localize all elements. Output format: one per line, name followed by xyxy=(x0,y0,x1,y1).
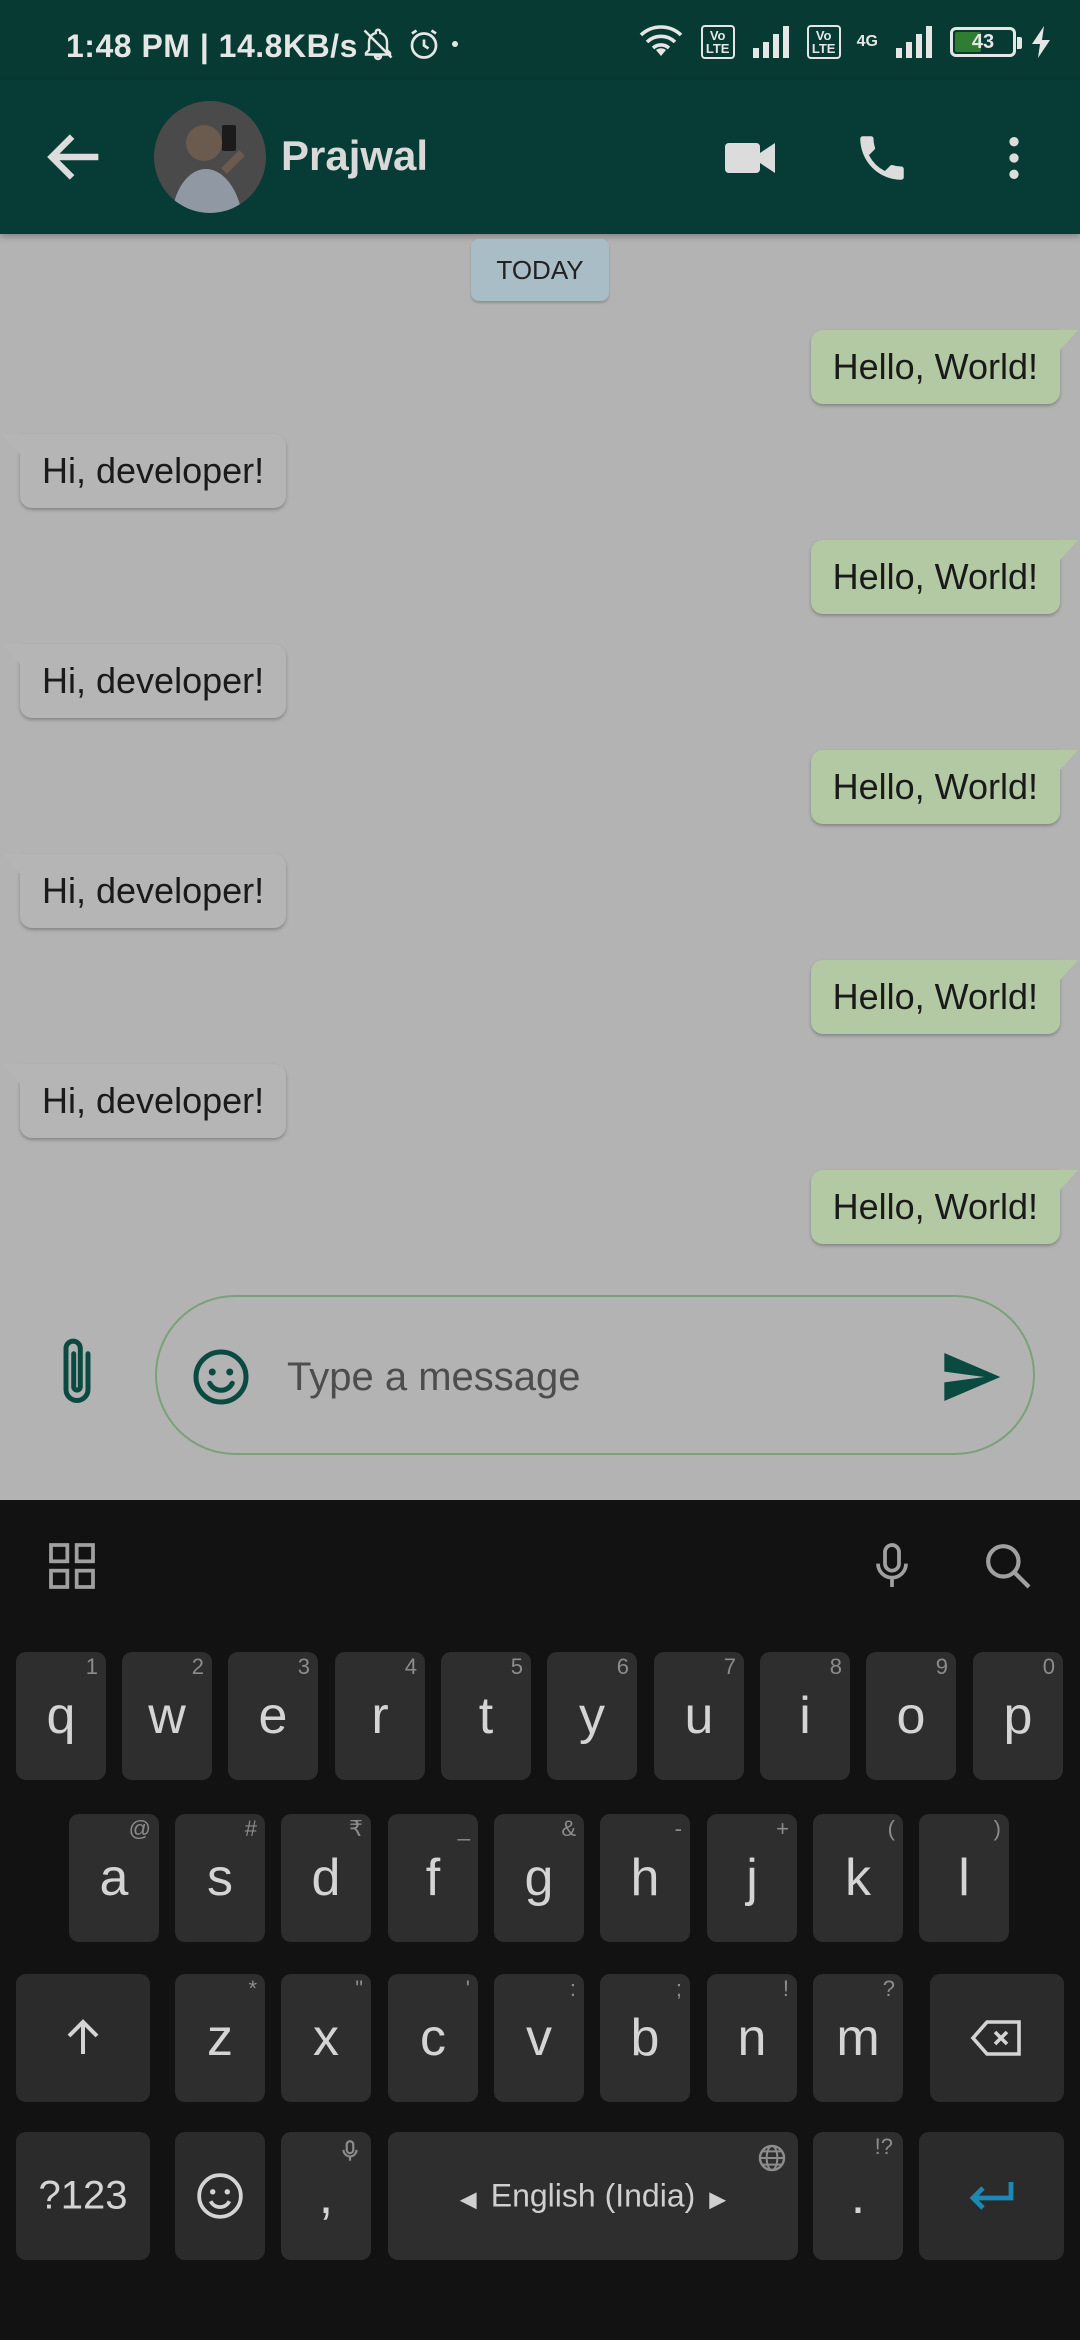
message-bubble-outgoing[interactable]: Hello, World! xyxy=(810,750,1079,824)
key-a[interactable]: a @ xyxy=(69,1814,159,1942)
message-composer xyxy=(155,1295,1035,1455)
battery-level: 43 xyxy=(971,31,995,53)
status-left-icons xyxy=(360,26,458,62)
smiley-icon xyxy=(193,1349,249,1405)
key-w[interactable]: w2 xyxy=(122,1652,212,1780)
send-icon xyxy=(944,1353,1001,1401)
contact-name[interactable]: Prajwal xyxy=(281,132,428,180)
key-c[interactable]: c ' xyxy=(388,1974,478,2102)
message-bubble-outgoing[interactable]: Hello, World! xyxy=(810,960,1079,1034)
key-h[interactable]: h- xyxy=(600,1814,690,1942)
back-button[interactable] xyxy=(40,122,110,192)
microphone-icon xyxy=(876,1543,908,1587)
voice-input-button[interactable] xyxy=(864,1538,920,1594)
key-y[interactable]: y6 xyxy=(547,1652,637,1780)
video-camera-icon xyxy=(725,143,775,173)
date-divider: TODAY xyxy=(471,239,609,301)
signal-icon-2 xyxy=(896,26,932,58)
emoji-button[interactable] xyxy=(191,1347,251,1407)
key-d[interactable]: d ₹ xyxy=(281,1814,371,1942)
key-m[interactable]: m? xyxy=(813,1974,903,2102)
avatar[interactable] xyxy=(154,101,266,213)
space-language-label: ◀ English (India) ▶ xyxy=(459,2177,727,2214)
key-t[interactable]: t5 xyxy=(441,1652,531,1780)
keyboard-toolbar xyxy=(0,1500,1080,1630)
attach-button[interactable] xyxy=(44,1334,110,1412)
alarm-icon xyxy=(410,29,438,59)
message-bubble-outgoing[interactable]: Hello, World! xyxy=(810,540,1079,614)
microphone-icon xyxy=(342,2140,358,2161)
backspace-key[interactable] xyxy=(930,1974,1064,2102)
enter-icon xyxy=(969,2182,1014,2210)
key-j[interactable]: j + xyxy=(707,1814,797,1942)
bell-off-icon xyxy=(363,28,393,61)
key-n[interactable]: n! xyxy=(707,1974,797,2102)
shift-arrow-icon xyxy=(67,2019,99,2054)
message-bubble-outgoing[interactable]: Hello, World! xyxy=(810,330,1079,404)
key-q[interactable]: q1 xyxy=(16,1652,106,1780)
key-x[interactable]: x " xyxy=(281,1974,371,2102)
message-bubble-incoming[interactable]: Hi, developer! xyxy=(1,434,287,508)
arrow-left-icon xyxy=(47,134,99,180)
paperclip-icon xyxy=(63,1338,91,1403)
enter-key[interactable] xyxy=(919,2132,1064,2260)
key-p[interactable]: p0 xyxy=(973,1652,1063,1780)
message-input[interactable] xyxy=(287,1342,847,1412)
keyboard-search-button[interactable] xyxy=(980,1538,1036,1594)
voice-call-button[interactable] xyxy=(846,122,918,194)
charging-icon xyxy=(1032,26,1050,58)
dot-icon xyxy=(452,41,458,47)
battery-indicator: 43 xyxy=(950,27,1022,57)
globe-icon xyxy=(758,2144,786,2172)
status-right-icons: Vo LTE Vo LTE 4G 43 xyxy=(637,24,1052,60)
network-4g-label: 4G xyxy=(856,33,878,50)
key-f[interactable]: f _ xyxy=(388,1814,478,1942)
message-bubble-incoming[interactable]: Hi, developer! xyxy=(1,854,287,928)
video-call-button[interactable] xyxy=(714,122,786,194)
message-bubble-outgoing[interactable]: Hello, World! xyxy=(810,1170,1079,1244)
key-u[interactable]: u7 xyxy=(654,1652,744,1780)
signal-icon-1 xyxy=(752,26,789,58)
space-bar[interactable]: ◀ English (India) ▶ xyxy=(388,2132,798,2260)
key-z[interactable]: z * xyxy=(175,1974,265,2102)
key-r[interactable]: r4 xyxy=(335,1652,425,1780)
comma-key[interactable]: , xyxy=(281,2132,371,2260)
status-bar: 1:48 PM | 14.8KB/s Vo LTE Vo LTE 4G 43 xyxy=(0,0,1080,80)
key-g[interactable]: g & xyxy=(494,1814,584,1942)
backspace-icon xyxy=(970,2020,1021,2056)
smiley-icon xyxy=(197,2173,243,2219)
search-icon xyxy=(986,1544,1031,1589)
message-bubble-incoming[interactable]: Hi, developer! xyxy=(1,1064,287,1138)
more-options-button[interactable] xyxy=(978,122,1050,194)
keyboard-menu-button[interactable] xyxy=(44,1538,100,1594)
key-s[interactable]: s # xyxy=(175,1814,265,1942)
chat-header: Prajwal xyxy=(0,80,1080,234)
message-bubble-incoming[interactable]: Hi, developer! xyxy=(1,644,287,718)
emoji-key[interactable] xyxy=(175,2132,265,2260)
more-vert-icon xyxy=(1009,137,1019,179)
volte-badge-2: Vo LTE xyxy=(806,25,841,59)
key-e[interactable]: e3 xyxy=(228,1652,318,1780)
period-key[interactable]: .!? xyxy=(813,2132,903,2260)
key-k[interactable]: k( xyxy=(813,1814,903,1942)
status-time: 1:48 PM | 14.8KB/s xyxy=(66,28,358,64)
shift-key[interactable] xyxy=(16,1974,150,2102)
symbols-key[interactable]: ?123 xyxy=(16,2132,150,2260)
key-v[interactable]: v: xyxy=(494,1974,584,2102)
grid-icon xyxy=(49,1543,95,1589)
volte-badge-1: Vo LTE xyxy=(700,25,735,59)
key-l[interactable]: l) xyxy=(919,1814,1009,1942)
phone-icon xyxy=(860,136,904,180)
send-button[interactable] xyxy=(939,1345,1003,1409)
wifi-icon xyxy=(639,25,682,56)
key-b[interactable]: b; xyxy=(600,1974,690,2102)
key-o[interactable]: o9 xyxy=(866,1652,956,1780)
soft-keyboard: q1 w2 e3 r4 t5 y6 u7 i8 o9 p0 a @ s # d ₹ f… xyxy=(0,1500,1080,2340)
key-i[interactable]: i8 xyxy=(760,1652,850,1780)
